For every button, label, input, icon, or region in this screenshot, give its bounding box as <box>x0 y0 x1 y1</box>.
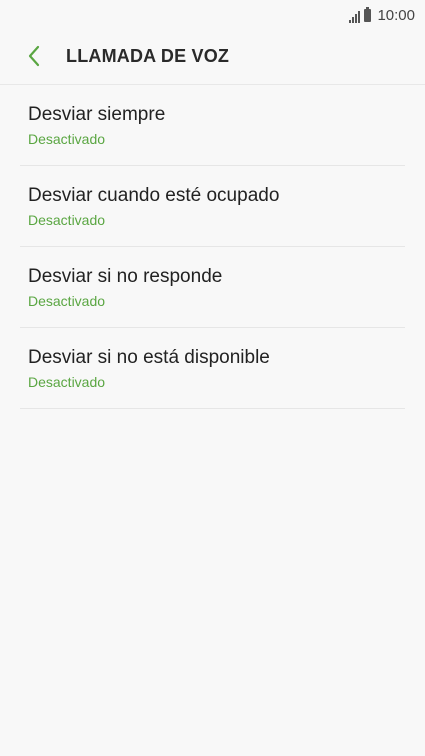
page-title: LLAMADA DE VOZ <box>66 46 230 66</box>
back-button[interactable] <box>20 42 48 70</box>
list-item-title: Desviar si no responde <box>28 266 223 287</box>
status-time: 10:00 <box>377 7 415 24</box>
list-item-desviar-ocupado[interactable]: Desviar cuando esté ocupado Desactivado <box>20 166 405 247</box>
app-bar: LLAMADA DE VOZ <box>0 32 425 85</box>
list-item-title: Desviar siempre <box>28 104 166 125</box>
list-item-title: Desviar si no está disponible <box>28 347 270 368</box>
signal-icon <box>349 9 361 23</box>
status-icons: 10:00 <box>349 7 415 24</box>
list-item-status: Desactivado <box>28 131 106 147</box>
status-bar: 10:00 <box>0 0 425 32</box>
list-item-title: Desviar cuando esté ocupado <box>28 185 280 206</box>
list-item-status: Desactivado <box>28 293 106 309</box>
list-item-desviar-no-disponible[interactable]: Desviar si no está disponible Desactivad… <box>20 328 405 409</box>
chevron-left-icon <box>28 45 40 67</box>
forwarding-options-list: Desviar siempre Desactivado Desviar cuan… <box>0 85 425 409</box>
battery-icon <box>364 7 372 22</box>
list-item-status: Desactivado <box>28 212 106 228</box>
list-item-desviar-siempre[interactable]: Desviar siempre Desactivado <box>20 85 405 166</box>
list-item-status: Desactivado <box>28 374 106 390</box>
list-item-desviar-no-responde[interactable]: Desviar si no responde Desactivado <box>20 247 405 328</box>
